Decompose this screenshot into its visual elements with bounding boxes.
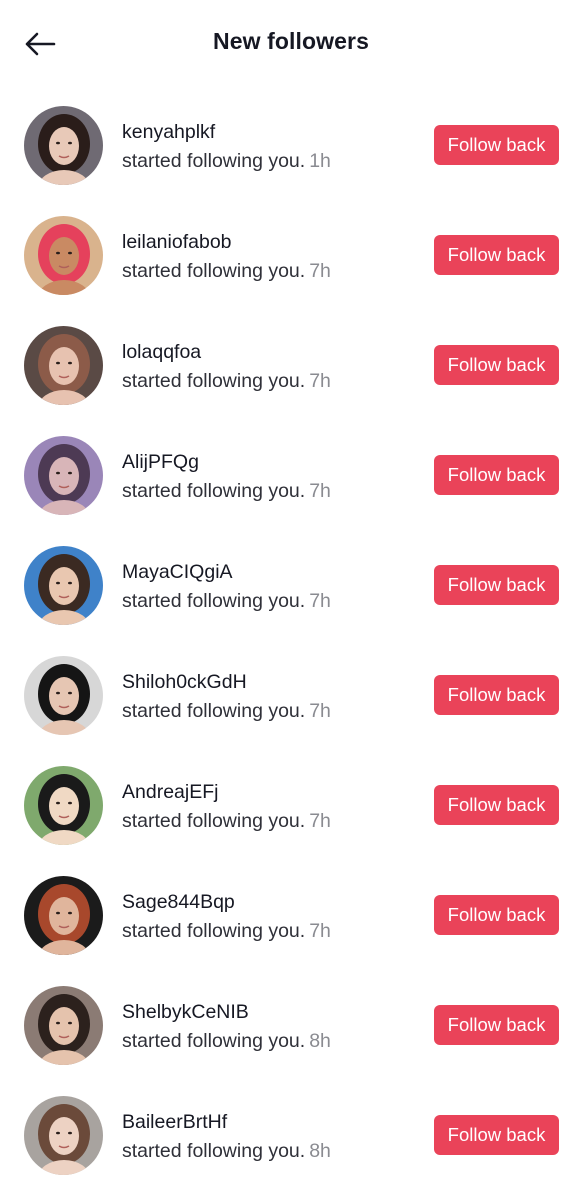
- timestamp: 7h: [309, 590, 331, 612]
- follow-notification-text: started following you. 8h: [122, 1138, 422, 1164]
- avatar[interactable]: [24, 436, 103, 515]
- follow-back-button[interactable]: Follow back: [434, 565, 559, 605]
- list-item[interactable]: leilaniofabob started following you. 7h F…: [0, 200, 582, 310]
- avatar[interactable]: [24, 766, 103, 845]
- avatar[interactable]: [24, 216, 103, 295]
- follower-username[interactable]: MayaCIQgiA: [122, 559, 422, 585]
- followers-list: kenyahplkf started following you. 1h Foll…: [0, 90, 582, 1190]
- timestamp: 8h: [309, 1140, 331, 1162]
- follower-username[interactable]: AlijPFQg: [122, 449, 422, 475]
- list-item[interactable]: kenyahplkf started following you. 1h Foll…: [0, 90, 582, 200]
- avatar-photo: [24, 326, 103, 405]
- avatar[interactable]: [24, 106, 103, 185]
- timestamp: 7h: [309, 370, 331, 392]
- follow-notification-text: started following you. 7h: [122, 698, 422, 724]
- timestamp: 8h: [309, 1030, 331, 1052]
- timestamp: 7h: [309, 920, 331, 942]
- follow-notification-text: started following you. 7h: [122, 478, 422, 504]
- avatar[interactable]: [24, 326, 103, 405]
- follower-username[interactable]: leilaniofabob: [122, 229, 422, 255]
- follow-back-button[interactable]: Follow back: [434, 455, 559, 495]
- follower-username[interactable]: Shiloh0ckGdH: [122, 669, 422, 695]
- action-text: started following you.: [122, 480, 306, 502]
- list-item[interactable]: BaileerBrtHf started following you. 8h Fo…: [0, 1080, 582, 1190]
- avatar-photo: [24, 216, 103, 295]
- avatar-photo: [24, 986, 103, 1065]
- list-item[interactable]: lolaqqfoa started following you. 7h Follo…: [0, 310, 582, 420]
- list-item[interactable]: MayaCIQgiA started following you. 7h Foll…: [0, 530, 582, 640]
- list-item[interactable]: AndreajEFj started following you. 7h Foll…: [0, 750, 582, 860]
- follow-back-button[interactable]: Follow back: [434, 1005, 559, 1045]
- follower-username[interactable]: BaileerBrtHf: [122, 1109, 422, 1135]
- follow-back-button[interactable]: Follow back: [434, 125, 559, 165]
- top-bar: New followers: [0, 0, 582, 88]
- follow-notification-text: started following you. 7h: [122, 808, 422, 834]
- avatar[interactable]: [24, 986, 103, 1065]
- list-item[interactable]: ShelbykCeNIB started following you. 8h Fo…: [0, 970, 582, 1080]
- action-text: started following you.: [122, 810, 306, 832]
- avatar[interactable]: [24, 546, 103, 625]
- follow-back-button[interactable]: Follow back: [434, 785, 559, 825]
- follow-notification-text: started following you. 7h: [122, 588, 422, 614]
- follower-username[interactable]: AndreajEFj: [122, 779, 422, 805]
- timestamp: 7h: [309, 260, 331, 282]
- timestamp: 1h: [309, 150, 331, 172]
- list-item[interactable]: AlijPFQg started following you. 7h Follow…: [0, 420, 582, 530]
- avatar[interactable]: [24, 1096, 103, 1175]
- follower-username[interactable]: lolaqqfoa: [122, 339, 422, 365]
- follower-username[interactable]: Sage844Bqp: [122, 889, 422, 915]
- list-item[interactable]: Sage844Bqp started following you. 7h Foll…: [0, 860, 582, 970]
- follow-back-button[interactable]: Follow back: [434, 675, 559, 715]
- list-item[interactable]: Shiloh0ckGdH started following you. 7h Fo…: [0, 640, 582, 750]
- follow-notification-text: started following you. 1h: [122, 148, 422, 174]
- follow-back-button[interactable]: Follow back: [434, 1115, 559, 1155]
- avatar-photo: [24, 436, 103, 515]
- follow-notification-text: started following you. 7h: [122, 368, 422, 394]
- avatar-photo: [24, 106, 103, 185]
- action-text: started following you.: [122, 590, 306, 612]
- action-text: started following you.: [122, 1030, 306, 1052]
- avatar-photo: [24, 546, 103, 625]
- avatar-photo: [24, 766, 103, 845]
- follow-back-button[interactable]: Follow back: [434, 345, 559, 385]
- timestamp: 7h: [309, 810, 331, 832]
- action-text: started following you.: [122, 920, 306, 942]
- timestamp: 7h: [309, 480, 331, 502]
- follow-back-button[interactable]: Follow back: [434, 895, 559, 935]
- timestamp: 7h: [309, 700, 331, 722]
- action-text: started following you.: [122, 1140, 306, 1162]
- action-text: started following you.: [122, 150, 306, 172]
- action-text: started following you.: [122, 370, 306, 392]
- avatar[interactable]: [24, 876, 103, 955]
- action-text: started following you.: [122, 700, 306, 722]
- follow-notification-text: started following you. 8h: [122, 1028, 422, 1054]
- avatar[interactable]: [24, 656, 103, 735]
- follower-username[interactable]: ShelbykCeNIB: [122, 999, 422, 1025]
- follower-username[interactable]: kenyahplkf: [122, 119, 422, 145]
- follow-notification-text: started following you. 7h: [122, 258, 422, 284]
- avatar-photo: [24, 876, 103, 955]
- avatar-photo: [24, 656, 103, 735]
- page-title: New followers: [213, 28, 369, 54]
- follow-back-button[interactable]: Follow back: [434, 235, 559, 275]
- action-text: started following you.: [122, 260, 306, 282]
- follow-notification-text: started following you. 7h: [122, 918, 422, 944]
- avatar-photo: [24, 1096, 103, 1175]
